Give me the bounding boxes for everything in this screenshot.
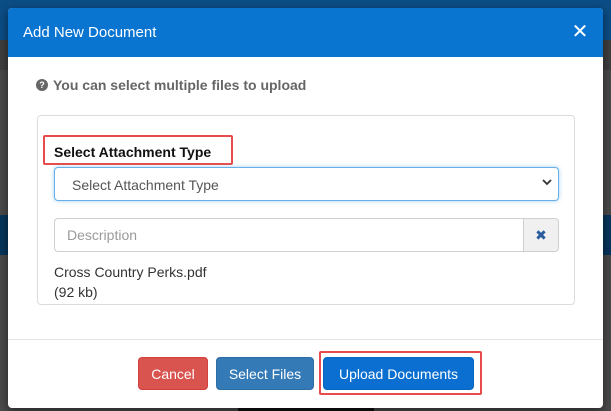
modal-title: Add New Document [23, 24, 157, 41]
file-size: (92 kb) [54, 284, 98, 300]
close-icon[interactable]: ✕ [569, 21, 591, 43]
file-name: Cross Country Perks.pdf [54, 264, 207, 280]
cancel-button[interactable]: Cancel [138, 357, 208, 390]
upload-hint: ? You can select multiple files to uploa… [36, 77, 306, 93]
description-group: ✖ [54, 218, 559, 252]
footer-divider [8, 339, 603, 340]
select-files-button[interactable]: Select Files [216, 357, 314, 390]
upload-hint-text: You can select multiple files to upload [53, 77, 307, 93]
clear-icon[interactable]: ✖ [523, 218, 559, 252]
attachment-type-label: Select Attachment Type [43, 135, 233, 165]
chevron-down-icon [542, 179, 552, 186]
description-input[interactable] [54, 218, 524, 252]
attachment-type-select-value: Select Attachment Type [72, 177, 219, 193]
upload-documents-button[interactable]: Upload Documents [323, 357, 474, 390]
question-circle-icon: ? [36, 79, 48, 91]
add-document-modal: Add New Document ✕ ? You can select mult… [8, 8, 603, 408]
modal-header: Add New Document ✕ [8, 8, 603, 57]
attachment-type-select[interactable]: Select Attachment Type [54, 167, 559, 201]
upload-panel: Select Attachment Type Select Attachment… [37, 115, 575, 305]
